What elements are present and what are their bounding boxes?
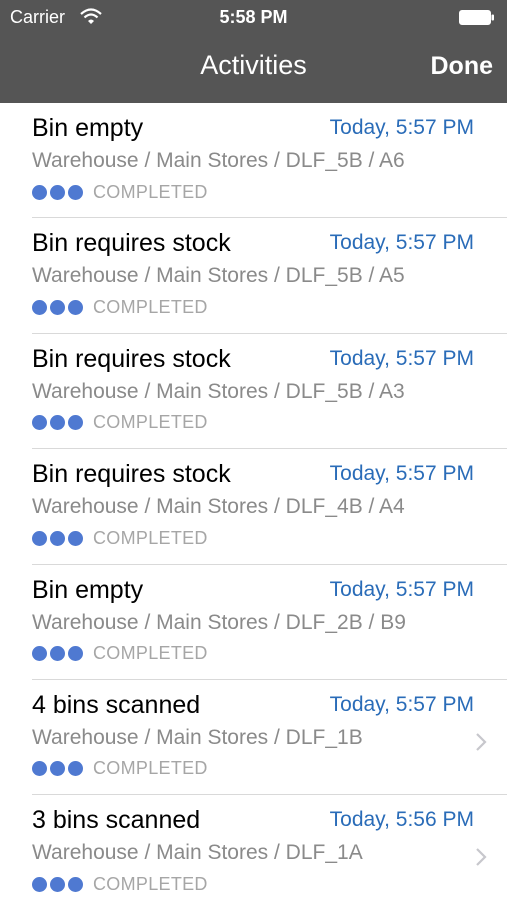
activity-title: 3 bins scanned	[32, 806, 201, 835]
activity-path: Warehouse / Main Stores / DLF_5B / A3	[32, 379, 405, 403]
progress-dot-icon	[68, 415, 83, 431]
status-time: 5:58 PM	[219, 7, 288, 27]
status-badge: COMPLETED	[32, 181, 208, 203]
list-item[interactable]: Bin requires stock Today, 5:57 PM Warehous…	[32, 334, 507, 450]
progress-dot-icon	[50, 646, 65, 662]
activity-path: Warehouse / Main Stores / DLF_1A	[32, 841, 363, 865]
activity-title: Bin empty	[32, 114, 144, 142]
progress-dot-icon	[68, 530, 83, 546]
done-button[interactable]: Done	[431, 52, 494, 81]
activity-time: Today, 5:57 PM	[329, 116, 474, 139]
status-label: COMPLETED	[93, 181, 208, 202]
status-label: COMPLETED	[93, 296, 208, 317]
activity-path: Warehouse / Main Stores / DLF_4B / A4	[32, 495, 405, 519]
activity-title: Bin requires stock	[32, 460, 231, 489]
progress-dot-icon	[32, 184, 47, 200]
progress-dot-icon	[68, 646, 83, 662]
activity-title: Bin requires stock	[32, 229, 231, 258]
status-badge: COMPLETED	[32, 758, 208, 780]
chevron-right-icon	[475, 847, 487, 872]
list-item[interactable]: Bin empty Today, 5:57 PM Warehouse / Main …	[32, 103, 507, 219]
progress-dot-icon	[50, 415, 65, 431]
progress-dot-icon	[32, 415, 47, 431]
status-bar: Carrier 5:58 PM	[0, 0, 507, 36]
progress-dot-icon	[50, 761, 65, 777]
status-badge: COMPLETED	[32, 296, 208, 318]
activity-time: Today, 5:57 PM	[329, 577, 474, 601]
activity-time: Today, 5:57 PM	[329, 692, 474, 716]
progress-dot-icon	[32, 646, 47, 662]
list-item[interactable]: 4 bins scanned Today, 5:57 PM Warehouse / …	[32, 680, 507, 796]
list-item[interactable]: 3 bins scanned Today, 5:56 PM Warehouse / …	[32, 795, 507, 900]
activity-title: Bin empty	[32, 575, 144, 604]
status-badge: COMPLETED	[32, 412, 208, 434]
progress-dot-icon	[50, 876, 65, 892]
list-item[interactable]: Bin empty Today, 5:57 PM Warehouse / Main …	[32, 565, 507, 680]
progress-dot-icon	[50, 299, 65, 315]
progress-dot-icon	[32, 761, 47, 777]
activity-title: Bin requires stock	[32, 344, 231, 373]
activity-time: Today, 5:57 PM	[329, 231, 474, 255]
chevron-right-icon	[475, 732, 487, 757]
activity-title: 4 bins scanned	[32, 690, 201, 719]
progress-dot-icon	[68, 876, 83, 892]
progress-dot-icon	[32, 530, 47, 546]
progress-dot-icon	[50, 530, 65, 546]
battery-icon	[459, 10, 494, 25]
activity-path: Warehouse / Main Stores / DLF_2B / B9	[32, 610, 406, 634]
status-label: COMPLETED	[93, 527, 208, 548]
list-item[interactable]: Bin requires stock Today, 5:57 PM Warehous…	[32, 449, 507, 565]
progress-dot-icon	[68, 299, 83, 315]
activity-time: Today, 5:57 PM	[329, 462, 474, 486]
activity-path: Warehouse / Main Stores / DLF_5B / A6	[32, 149, 405, 172]
progress-dot-icon	[68, 184, 83, 200]
progress-dot-icon	[68, 761, 83, 777]
status-label: COMPLETED	[93, 643, 208, 664]
navigation-bar: Carrier 5:58 PM Activities Done	[0, 0, 507, 103]
activity-path: Warehouse / Main Stores / DLF_5B / A5	[32, 264, 405, 288]
list-item[interactable]: Bin requires stock Today, 5:57 PM Warehous…	[32, 218, 507, 334]
status-label: COMPLETED	[93, 758, 208, 779]
activity-time: Today, 5:56 PM	[329, 808, 474, 832]
progress-dot-icon	[32, 299, 47, 315]
status-badge: COMPLETED	[32, 527, 208, 549]
progress-dot-icon	[32, 876, 47, 892]
status-badge: COMPLETED	[32, 643, 208, 665]
status-badge: COMPLETED	[32, 873, 208, 895]
status-label: COMPLETED	[93, 412, 208, 433]
activity-list: Bin empty Today, 5:57 PM Warehouse / Main …	[0, 103, 507, 900]
activity-time: Today, 5:57 PM	[329, 346, 474, 370]
progress-dot-icon	[50, 184, 65, 200]
activity-path: Warehouse / Main Stores / DLF_1B	[32, 725, 363, 749]
status-label: COMPLETED	[93, 873, 208, 894]
